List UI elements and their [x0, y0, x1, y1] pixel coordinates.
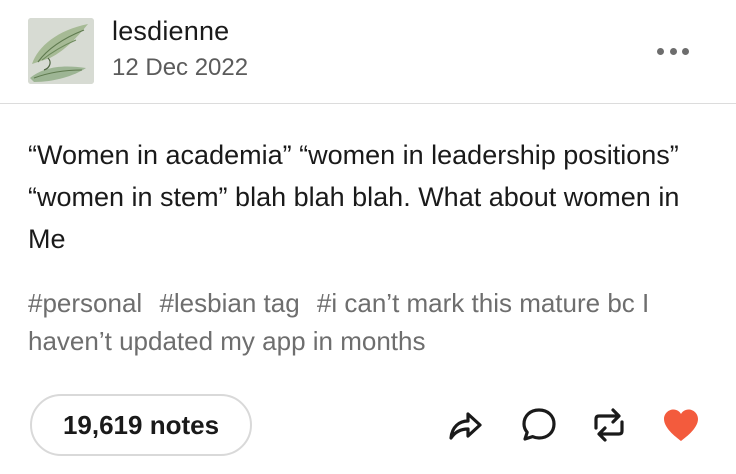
- blog-name[interactable]: lesdienne: [112, 16, 229, 47]
- share-icon[interactable]: [444, 404, 486, 446]
- wing-avatar-image: [28, 18, 94, 84]
- post-actions: [0, 404, 736, 446]
- tag-link[interactable]: #personal: [28, 288, 142, 318]
- more-dot: [657, 47, 664, 55]
- header-divider: [0, 103, 736, 104]
- more-dot: [669, 47, 677, 55]
- post-date: 12 Dec 2022: [112, 54, 249, 81]
- reblog-icon[interactable]: [588, 404, 630, 446]
- post-body: “Women in academia” “women in leadership…: [28, 140, 680, 254]
- more-icon[interactable]: [651, 36, 695, 66]
- reply-icon[interactable]: [518, 404, 560, 446]
- heart-icon[interactable]: [660, 404, 702, 446]
- avatar[interactable]: [28, 18, 94, 84]
- more-dot: [682, 47, 689, 55]
- post-header: lesdienne 12 Dec 2022: [0, 0, 736, 103]
- post-tags: #personal #lesbian tag #i can’t mark thi…: [28, 284, 718, 360]
- tag-link[interactable]: #lesbian tag: [159, 288, 299, 318]
